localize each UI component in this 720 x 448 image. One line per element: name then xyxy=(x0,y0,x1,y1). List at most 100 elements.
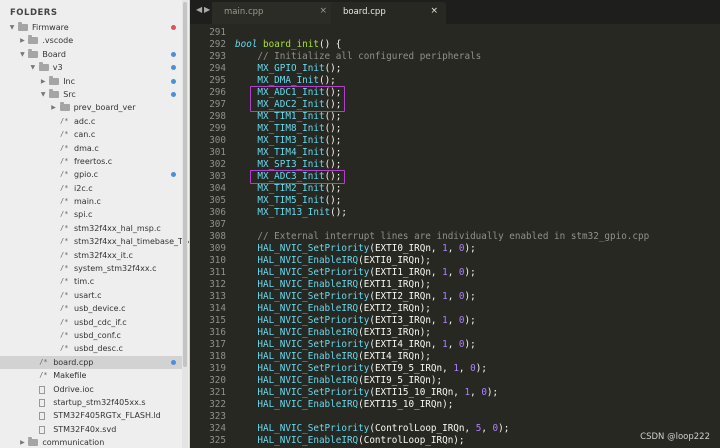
code-line[interactable]: HAL_NVIC_SetPriority(EXTI0_IRQn, 1, 0); xyxy=(235,243,475,254)
tree-item-label: Src xyxy=(63,89,76,99)
chevron-down-icon[interactable]: ▼ xyxy=(39,88,47,101)
chevron-right-icon[interactable]: ▶ xyxy=(39,75,47,88)
code-line[interactable]: HAL_NVIC_EnableIRQ(EXTI9_5_IRQn); xyxy=(235,375,442,386)
tree-file[interactable]: /* i2c.c xyxy=(0,182,182,195)
folder-icon xyxy=(28,437,39,447)
tree-file[interactable]: /* stm32f4xx_hal_msp.c xyxy=(0,222,182,235)
line-number-gutter: 291 292 293 294 295 296 297 298 299 300 301 302 303 3… xyxy=(190,24,226,448)
tree-item-label: usbd_desc.c xyxy=(74,344,123,354)
code-line[interactable]: bool board_init() { xyxy=(235,39,341,50)
code-line[interactable]: HAL_NVIC_EnableIRQ(EXTI2_IRQn); xyxy=(235,303,431,314)
tree-item-label: Firmware xyxy=(32,23,69,32)
modified-indicator-icon xyxy=(171,172,176,178)
tree-file[interactable]: STM32F405RGTx_FLASH.ld xyxy=(0,409,182,422)
chevron-down-icon[interactable]: ▼ xyxy=(29,61,37,74)
tree-folder[interactable]: ▶ communication xyxy=(0,436,182,448)
tree-file[interactable]: startup_stm32f405xx.s xyxy=(0,396,182,409)
folder-icon xyxy=(59,102,70,112)
code-token: (EXTI9_5_IRQn, xyxy=(369,363,454,374)
code-line[interactable]: HAL_NVIC_EnableIRQ(EXTI0_IRQn); xyxy=(235,255,431,266)
code-file-icon: /* xyxy=(60,130,69,139)
code-line[interactable]: HAL_NVIC_SetPriority(EXTI15_10_IRQn, 1, … xyxy=(235,387,498,398)
code-token: , xyxy=(481,423,493,434)
tree-file[interactable]: /* freertos.c xyxy=(0,155,182,168)
code-editor[interactable]: 291 292 293 294 295 296 297 298 299 300 301 302 303 3… xyxy=(190,24,720,448)
tree-folder[interactable]: ▼ Board xyxy=(0,48,182,61)
tree-file[interactable]: STM32F40x.svd xyxy=(0,423,182,436)
tree-folder[interactable]: ▼ Firmware xyxy=(0,21,182,34)
code-line[interactable]: HAL_NVIC_SetPriority(EXTI2_IRQn, 1, 0); xyxy=(235,291,475,302)
tree-file[interactable]: /* usb_device.c xyxy=(0,302,182,315)
tree-file[interactable]: /* adc.c xyxy=(0,115,182,128)
chevron-right-icon[interactable]: ▶ xyxy=(50,101,58,114)
tree-file[interactable]: /* Makefile xyxy=(0,369,182,382)
tree-file[interactable]: /* main.c xyxy=(0,195,182,208)
tree-folder[interactable]: ▶ prev_board_ver xyxy=(0,101,182,114)
code-token: (EXTI4_IRQn); xyxy=(358,351,431,362)
modified-indicator-icon xyxy=(171,91,176,97)
tree-file[interactable]: /* can.c xyxy=(0,128,182,141)
code-line[interactable]: // External interrupt lines are individu… xyxy=(235,231,649,242)
tab-label: board.cpp xyxy=(343,7,386,17)
code-line[interactable]: HAL_NVIC_EnableIRQ(ControlLoop_IRQn); xyxy=(235,435,464,446)
tree-file[interactable]: /* usart.c xyxy=(0,289,182,302)
code-line[interactable]: MX_GPIO_Init(); xyxy=(235,63,341,74)
tree-file[interactable]: /* usbd_cdc_if.c xyxy=(0,316,182,329)
tree-file[interactable]: /* tim.c xyxy=(0,275,182,288)
line-number: 297 xyxy=(209,99,226,110)
tree-file[interactable]: /* usbd_conf.c xyxy=(0,329,182,342)
chevron-down-icon[interactable]: ▼ xyxy=(8,21,16,34)
tree-folder[interactable]: ▶ .vscode xyxy=(0,34,182,47)
tree-folder[interactable]: ▼ v3 xyxy=(0,61,182,74)
code-area[interactable]: bool board_init() { // Initialize all co… xyxy=(235,24,720,448)
code-line[interactable]: HAL_NVIC_EnableIRQ(EXTI1_IRQn); xyxy=(235,279,431,290)
tree-file[interactable]: /* spi.c xyxy=(0,208,182,221)
tree-file[interactable]: Odrive.ioc xyxy=(0,383,182,396)
code-line[interactable]: HAL_NVIC_SetPriority(EXTI4_IRQn, 1, 0); xyxy=(235,339,475,350)
code-line[interactable]: HAL_NVIC_SetPriority(EXTI3_IRQn, 1, 0); xyxy=(235,315,475,326)
chevron-right-icon[interactable]: ▶ xyxy=(18,436,26,448)
tab-board-cpp[interactable]: board.cpp × xyxy=(331,2,446,24)
line-number: 321 xyxy=(209,387,226,398)
code-token: , xyxy=(447,315,459,326)
tree-file[interactable]: /* stm32f4xx_it.c xyxy=(0,249,182,262)
tree-file[interactable]: /* gpio.c xyxy=(0,168,182,181)
code-line[interactable]: HAL_NVIC_SetPriority(ControlLoop_IRQn, 5… xyxy=(235,423,509,434)
code-line[interactable]: HAL_NVIC_SetPriority(EXTI9_5_IRQn, 1, 0)… xyxy=(235,363,487,374)
tree-folder[interactable]: ▶ Inc xyxy=(0,75,182,88)
line-number: 312 xyxy=(209,279,226,290)
code-line[interactable]: MX_DMA_Init(); xyxy=(235,75,335,86)
code-line[interactable]: HAL_NVIC_SetPriority(EXTI1_IRQn, 1, 0); xyxy=(235,267,475,278)
tab-next-icon[interactable]: ▶ xyxy=(204,5,210,14)
tree-file[interactable]: /* dma.c xyxy=(0,142,182,155)
code-line[interactable]: MX_TIM5_Init(); xyxy=(235,195,341,206)
close-icon[interactable]: × xyxy=(319,6,327,16)
code-line[interactable]: // Initialize all configured peripherals xyxy=(235,51,481,62)
tree-folder[interactable]: ▼ Src xyxy=(0,88,182,101)
code-line[interactable]: MX_TIM3_Init(); xyxy=(235,135,341,146)
tab-main-cpp[interactable]: main.cpp × xyxy=(212,2,335,24)
chevron-down-icon[interactable]: ▼ xyxy=(18,48,26,61)
code-line[interactable]: MX_TIM8_Init(); xyxy=(235,123,341,134)
chevron-right-icon[interactable]: ▶ xyxy=(18,34,26,47)
sidebar-scrollbar-thumb[interactable] xyxy=(183,2,187,367)
tree-file[interactable]: /* system_stm32f4xx.c xyxy=(0,262,182,275)
code-line[interactable]: MX_TIM1_Init(); xyxy=(235,111,341,122)
line-number: 305 xyxy=(209,195,226,206)
code-token: (EXTI15_10_IRQn, xyxy=(369,387,465,398)
tree-file[interactable]: /* usbd_desc.c xyxy=(0,342,182,355)
tree-file[interactable]: /* board.cpp xyxy=(0,355,182,370)
tree-file[interactable]: /* stm32f4xx_hal_timebase_TIM.c xyxy=(0,235,189,248)
code-line[interactable]: HAL_NVIC_EnableIRQ(EXTI3_IRQn); xyxy=(235,327,431,338)
code-line[interactable]: HAL_NVIC_EnableIRQ(EXTI4_IRQn); xyxy=(235,351,431,362)
code-line[interactable]: MX_SPI3_Init(); xyxy=(235,159,341,170)
close-icon[interactable]: × xyxy=(430,6,438,16)
code-token: // External interrupt lines are individu… xyxy=(235,231,650,242)
code-line[interactable]: HAL_NVIC_EnableIRQ(EXTI15_10_IRQn); xyxy=(235,399,453,410)
code-file-icon: /* xyxy=(60,210,69,219)
code-line[interactable]: MX_TIM2_Init(); xyxy=(235,183,341,194)
code-line[interactable]: MX_TIM4_Init(); xyxy=(235,147,341,158)
tab-prev-icon[interactable]: ◀ xyxy=(196,5,202,14)
code-line[interactable]: MX_TIM13_Init(); xyxy=(235,207,347,218)
